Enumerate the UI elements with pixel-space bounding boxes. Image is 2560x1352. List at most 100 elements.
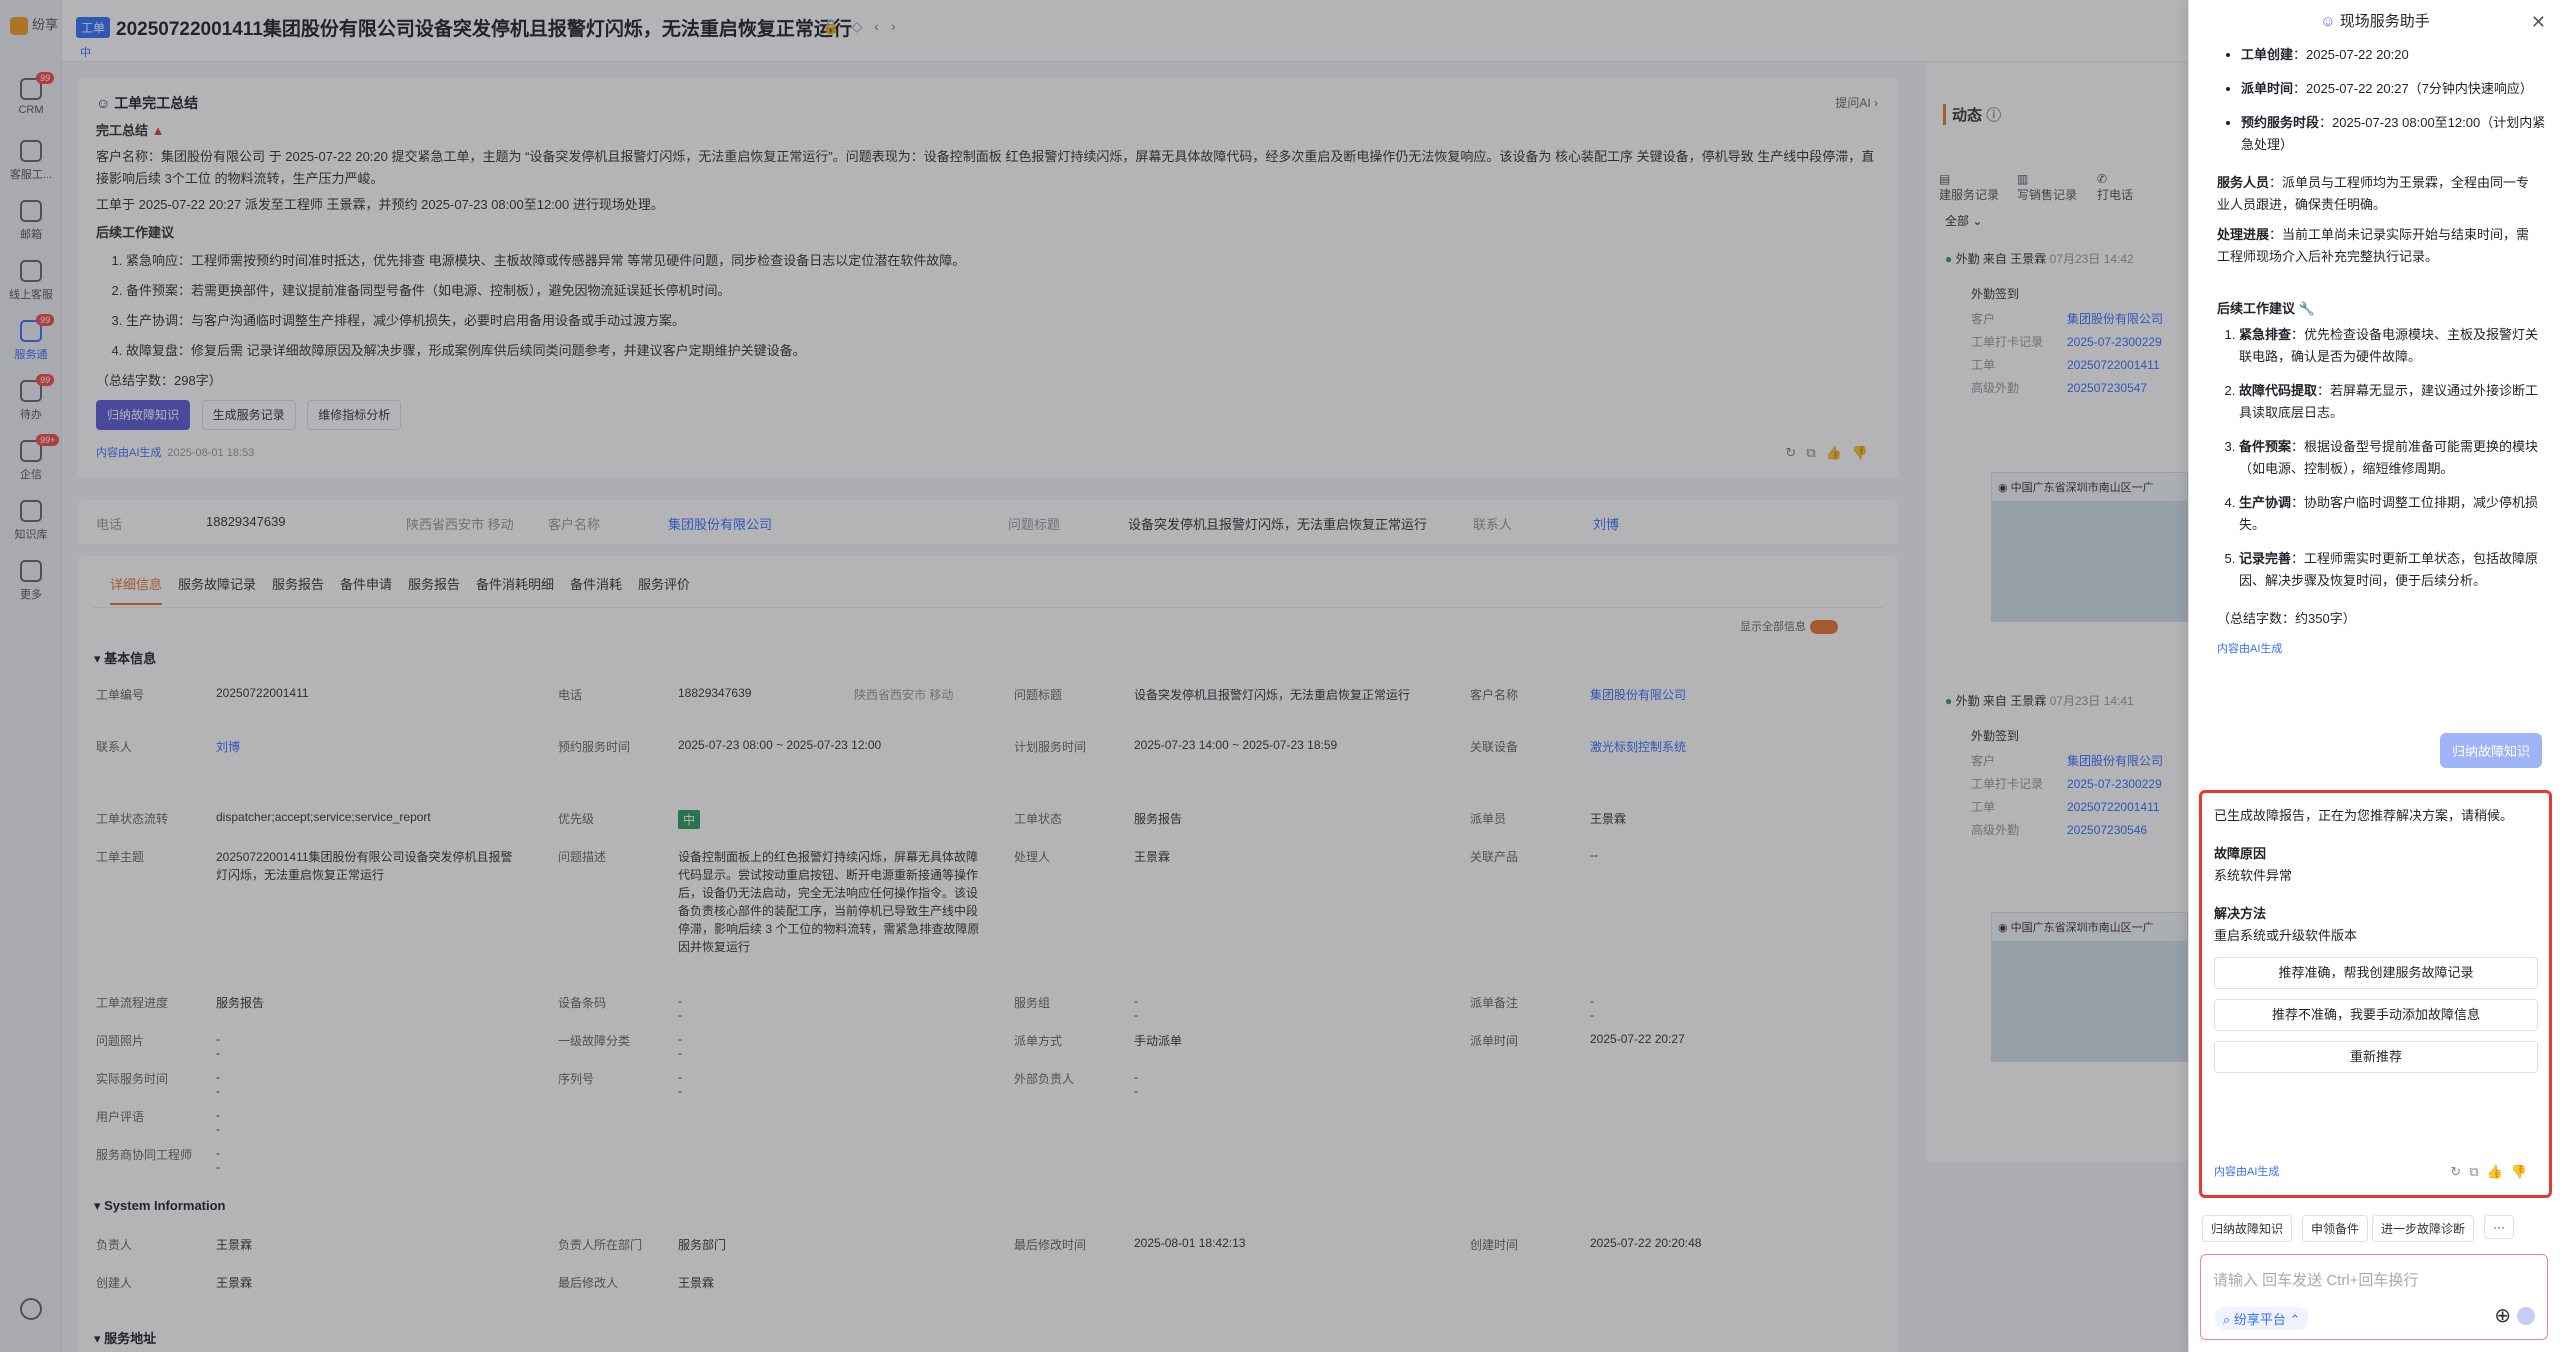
location-pin-icon: ◉ bbox=[1998, 482, 2008, 494]
ask-ai-link[interactable]: 提问AI › bbox=[1835, 92, 1878, 114]
field-order-no: 工单编号 20250722001411 bbox=[96, 686, 309, 702]
object-tag: 工单 bbox=[76, 17, 111, 38]
create-service-record-button[interactable]: ▤ 建服务记录 bbox=[1939, 172, 1999, 203]
robot-icon: ☺ bbox=[2320, 13, 2336, 30]
summarize-fault-button[interactable]: 归纳故障知识 bbox=[96, 400, 191, 430]
customer-link[interactable]: 集团股份有限公司 bbox=[668, 514, 772, 533]
nav-item-more[interactable]: 更多 bbox=[0, 560, 62, 602]
next-icon[interactable]: › bbox=[891, 18, 908, 34]
tag-icon[interactable]: ◇ bbox=[851, 18, 874, 34]
close-icon[interactable]: ✕ bbox=[2531, 12, 2546, 33]
nav-item-crm[interactable]: CRM 99 bbox=[0, 72, 62, 116]
show-all-toggle[interactable]: 显示全部信息 bbox=[1740, 618, 1838, 635]
phone-icon: ✆ bbox=[2097, 172, 2108, 186]
nav-item-online-service[interactable]: 线上客服 bbox=[0, 260, 62, 302]
completion-summary-card: ☺ 工单完工总结 提问AI › 完工总结 ▲ 客户名称：集团股份有限公司 于 2… bbox=[78, 78, 1898, 478]
list-item: 故障复盘：修复后需 记录详细故障原因及解决步骤，形成案例库供后续同类问题参考，并… bbox=[126, 340, 1880, 362]
app-logo[interactable]: 纷享 bbox=[10, 14, 58, 36]
map-thumbnail[interactable]: ◉ 中国广东省深圳市南山区一广 bbox=[1991, 472, 2188, 622]
reply-intro: 已生成故障报告，正在为您推荐解决方案，请稍候。 bbox=[2214, 808, 2514, 823]
re-recommend-button[interactable]: 重新推荐 bbox=[2214, 1041, 2538, 1073]
chat-input[interactable]: 请输入 回车发送 Ctrl+回车换行 ⌕ 纷享平台 ⌃ ⊕ bbox=[2200, 1254, 2548, 1340]
lock-icon[interactable]: 🔒 bbox=[822, 18, 851, 34]
solution-title: 解决方法 bbox=[2214, 906, 2267, 921]
field-description: 问题描述 设备控制面板上的红色报警灯持续闪烁，屏幕无具体故障代码显示。尝试按动重启… bbox=[558, 850, 980, 954]
platform-selector[interactable]: ⌕ 纷享平台 ⌃ bbox=[2215, 1307, 2309, 1330]
thumbs-up-icon[interactable]: 👍 bbox=[1826, 445, 1852, 460]
add-icon[interactable]: ⊕ bbox=[2494, 1303, 2511, 1328]
detail-tabs: 详细信息 服务故障记录 服务报告 备件申请 服务报告 备件消耗明细 备件消耗 服… bbox=[92, 556, 1884, 608]
field-process: 工单流程进度 服务报告 bbox=[96, 996, 265, 1010]
settings-button[interactable] bbox=[0, 1298, 62, 1324]
dynamics-filter[interactable]: 全部 ⌄ bbox=[1945, 212, 1982, 229]
nav-item-service[interactable]: 服务通 99 bbox=[0, 314, 62, 362]
thumbs-up-icon[interactable]: 👍 bbox=[2487, 1164, 2511, 1179]
nav-badge: 99 bbox=[36, 314, 55, 326]
tab-parts-usage[interactable]: 备件消耗 bbox=[570, 574, 622, 593]
write-sales-record-button[interactable]: ▥ 写销售记录 bbox=[2017, 172, 2077, 203]
send-icon[interactable] bbox=[2517, 1307, 2535, 1325]
tab-service-report[interactable]: 服务报告 bbox=[272, 574, 324, 593]
refresh-icon[interactable]: ↻ bbox=[2450, 1164, 2469, 1179]
suggestion-list: 紧急排查：优先检查设备电源模块、主板及报警灯关联电路，确认是否为硬件故障。 故障… bbox=[2239, 324, 2549, 592]
follow-title: 后续工作建议 🔧 bbox=[2217, 301, 2315, 316]
thumbs-down-icon[interactable]: 👎 bbox=[1852, 445, 1878, 460]
reject-recommendation-button[interactable]: 推荐不准确，我要手动添加故障信息 bbox=[2214, 999, 2538, 1031]
section-address[interactable]: ▾ 服务地址 bbox=[94, 1328, 156, 1347]
field-partner-engineer: 服务商协同工程师 -- bbox=[96, 1146, 220, 1174]
dynamic-entry: ● 外勤 来自 王景霖 07月23日 14:42 外勤签到 客户 集团股份有限公司… bbox=[1945, 252, 2164, 395]
nav-badge: 99 bbox=[36, 72, 55, 84]
section-system-info[interactable]: ▾ System Information bbox=[94, 1198, 226, 1214]
cause-title: 故障原因 bbox=[2214, 846, 2267, 861]
tab-evaluation[interactable]: 服务评价 bbox=[638, 574, 690, 593]
header-actions: 🔒◇‹› bbox=[822, 18, 908, 35]
prev-icon[interactable]: ‹ bbox=[874, 18, 891, 34]
map-thumbnail[interactable]: ◉ 中国广东省深圳市南山区一广 bbox=[1991, 912, 2188, 1062]
quick-summarize-button[interactable]: 归纳故障知识 bbox=[2202, 1215, 2293, 1242]
thumbs-down-icon[interactable]: 👎 bbox=[2511, 1164, 2535, 1179]
priority-tag: 中 bbox=[80, 47, 91, 59]
dynamics-title: 动态 ⓘ bbox=[1943, 104, 2001, 125]
section-basic-info[interactable]: ▾ 基本信息 bbox=[94, 648, 156, 667]
toggle-switch[interactable] bbox=[1810, 620, 1838, 635]
field-serial: 序列号 -- bbox=[558, 1070, 682, 1098]
refresh-icon[interactable]: ↻ bbox=[1785, 445, 1806, 460]
list-item: 紧急排查：优先检查设备电源模块、主板及报警灯关联电路，确认是否为硬件故障。 bbox=[2239, 324, 2549, 368]
field-actual-time: 实际服务时间 -- bbox=[96, 1070, 220, 1098]
nav-item-knowledge[interactable]: 知识库 bbox=[0, 500, 62, 542]
generate-record-button[interactable]: 生成服务记录 bbox=[201, 400, 296, 430]
nav-item-customer-service[interactable]: 客服工... bbox=[0, 140, 62, 182]
tab-parts-detail[interactable]: 备件消耗明细 bbox=[476, 574, 554, 593]
field-dispatch-note: 派单备注 -- bbox=[1470, 994, 1594, 1022]
copy-icon[interactable]: ⧉ bbox=[1806, 445, 1825, 460]
assistant-history[interactable]: 工单创建：2025-07-22 20:20 派单时间：2025-07-22 20… bbox=[2201, 44, 2549, 724]
list-item: 记录完善：工程师需实时更新工单状态，包括故障原因、解决步骤及恢复时间，便于后续分… bbox=[2239, 548, 2549, 592]
field-modifier: 最后修改人 王景霖 bbox=[558, 1276, 715, 1290]
nav-item-im[interactable]: 企信 99+ bbox=[0, 434, 62, 482]
nav-item-mail[interactable]: 邮箱 bbox=[0, 200, 62, 242]
list-item: 工单创建：2025-07-22 20:20 bbox=[2241, 44, 2549, 66]
tab-service-report-2[interactable]: 服务报告 bbox=[408, 574, 460, 593]
field-dispatch-mode: 派单方式 手动派单 bbox=[1014, 1034, 1183, 1048]
page-title: 20250722001411集团股份有限公司设备突发停机且报警灯闪烁，无法重启恢… bbox=[116, 19, 852, 40]
quick-diagnosis-button[interactable]: 进一步故障诊断 bbox=[2372, 1215, 2475, 1242]
quick-parts-button[interactable]: 申领备件 bbox=[2302, 1215, 2369, 1242]
accept-recommendation-button[interactable]: 推荐准确，帮我创建服务故障记录 bbox=[2214, 957, 2538, 989]
info-list: 工单创建：2025-07-22 20:20 派单时间：2025-07-22 20… bbox=[2241, 44, 2549, 156]
field-owner: 负责人 王景霖 bbox=[96, 1238, 253, 1252]
copy-icon[interactable]: ⧉ bbox=[2469, 1164, 2486, 1179]
tab-fault-record[interactable]: 服务故障记录 bbox=[178, 574, 256, 593]
nav-item-todo[interactable]: 待办 99 bbox=[0, 374, 62, 422]
tab-parts-request[interactable]: 备件申请 bbox=[340, 574, 392, 593]
field-fault-class: 一级故障分类 -- bbox=[558, 1032, 682, 1060]
alarm-icon: ▲ bbox=[151, 123, 165, 138]
quick-more-button[interactable]: ··· bbox=[2484, 1215, 2514, 1239]
tab-detail[interactable]: 详细信息 bbox=[110, 574, 163, 605]
contact-person-link[interactable]: 刘博 bbox=[1593, 514, 1619, 533]
summary-paragraph-2: 工单于 2025-07-22 20:27 派发至工程师 王景霖，并预约 2025… bbox=[96, 197, 664, 212]
cause-value: 系统软件异常 bbox=[2214, 868, 2293, 883]
call-button[interactable]: ✆ 打电话 bbox=[2097, 172, 2133, 203]
chat-icon bbox=[20, 260, 42, 282]
repair-metrics-button[interactable]: 维修指标分析 bbox=[307, 400, 402, 430]
list-item: 紧急响应：工程师需按预约时间准时抵达，优先排查 电源模块、主板故障或传感器异常 … bbox=[126, 250, 1880, 272]
